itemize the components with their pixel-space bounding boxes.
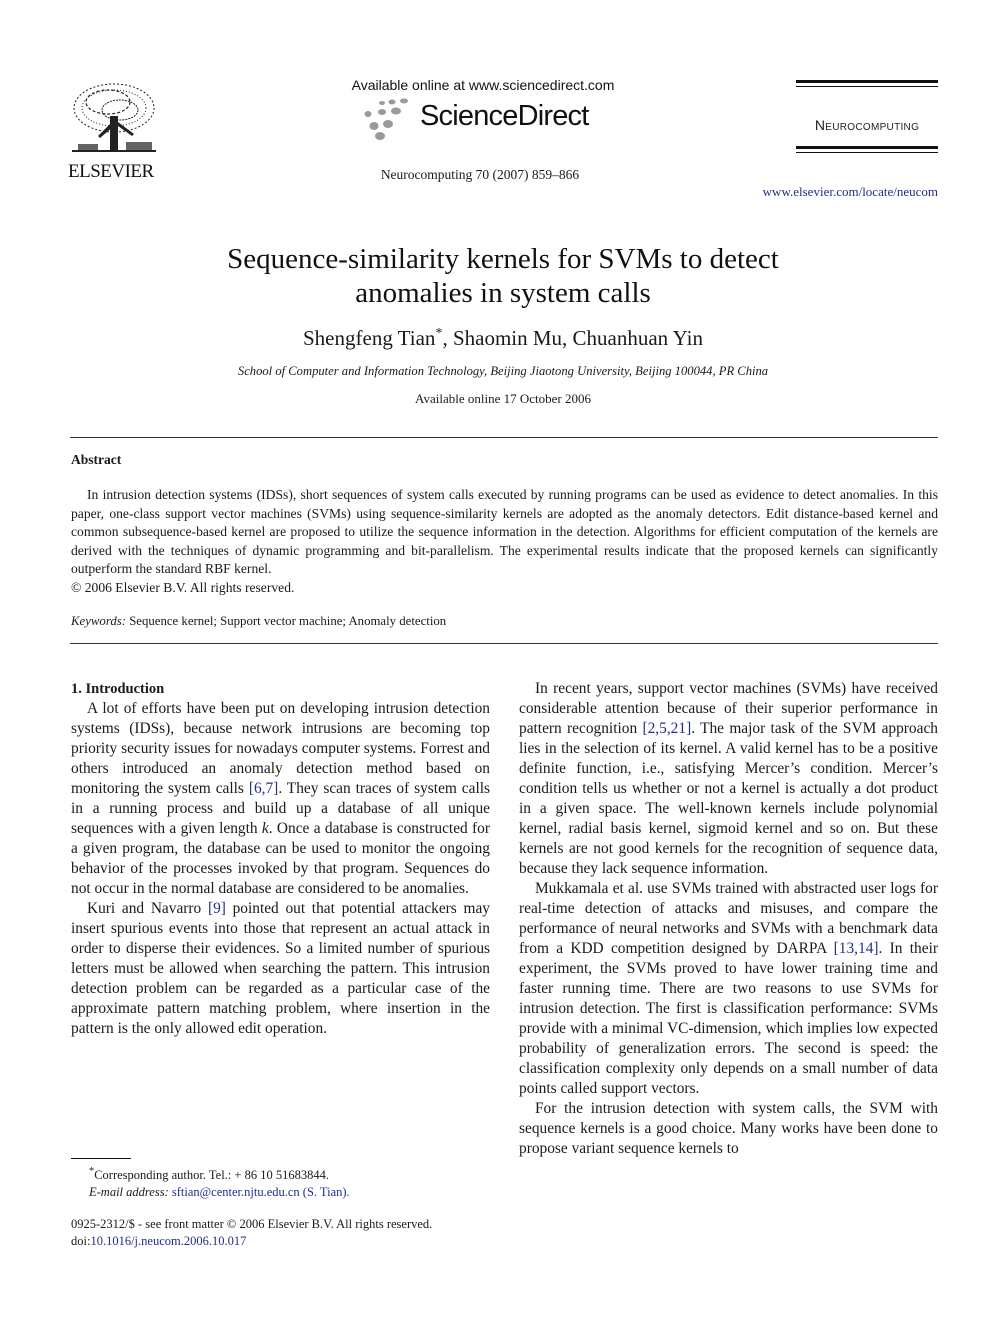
email-link[interactable]: sftian@center.njtu.edu.cn (S. Tian).: [172, 1185, 350, 1199]
paragraph: In recent years, support vector machines…: [519, 679, 938, 879]
journal-reference: Neurocomputing 70 (2007) 859–866: [380, 167, 580, 182]
citation-link[interactable]: [13,14]: [834, 940, 879, 957]
column-left: 1. Introduction A lot of efforts have be…: [71, 679, 490, 1039]
math-variable: k: [261, 820, 269, 837]
author-name[interactable]: Chuanhuan Yin: [573, 326, 703, 350]
citation-link[interactable]: [2,5,21]: [642, 720, 691, 737]
author-separator: ,: [442, 326, 453, 350]
author-name[interactable]: Shengfeng Tian: [303, 326, 435, 350]
paragraph: Kuri and Navarro [9] pointed out that po…: [71, 899, 490, 1039]
footnote-rule: [71, 1158, 131, 1159]
abstract-heading: Abstract: [71, 452, 122, 467]
sciencedirect-dots-icon: [364, 98, 408, 140]
email-note: E-mail address: sftian@center.njtu.edu.c…: [71, 1184, 501, 1201]
front-matter: 0925-2312/$ - see front matter © 2006 El…: [71, 1216, 501, 1250]
elsevier-logo: ELSEVIER: [68, 80, 162, 184]
paragraph-text: Kuri and Navarro: [87, 900, 208, 917]
author-separator: ,: [562, 326, 573, 350]
keywords: Keywords: Sequence kernel; Support vecto…: [71, 614, 446, 629]
citation-link[interactable]: [9]: [208, 900, 226, 917]
sciencedirect-logo[interactable]: ScienceDirect: [360, 98, 610, 142]
keywords-list: Sequence kernel; Support vector machine;…: [129, 614, 447, 628]
keywords-label: Keywords:: [71, 614, 126, 628]
section-heading-introduction: 1. Introduction: [71, 681, 165, 697]
publisher-name: ELSEVIER: [68, 161, 154, 182]
email-label: E-mail address:: [89, 1185, 169, 1200]
abstract-copyright: © 2006 Elsevier B.V. All rights reserved…: [71, 579, 295, 595]
journal-url-link[interactable]: www.elsevier.com/locate/neucom: [763, 184, 938, 200]
divider-bottom: [70, 643, 938, 644]
elsevier-tree-icon: [72, 83, 156, 152]
doi-line: doi:10.1016/j.neucom.2006.10.017: [71, 1233, 501, 1250]
abstract-text: In intrusion detection systems (IDSs), s…: [71, 487, 938, 577]
paper-title-line1: Sequence-similarity kernels for SVMs to …: [227, 243, 779, 275]
affiliation: School of Computer and Information Techn…: [237, 364, 769, 378]
paragraph-text: . In their experiment, the SVMs proved t…: [519, 940, 938, 1097]
abstract-body: In intrusion detection systems (IDSs), s…: [71, 486, 938, 598]
journal-masthead: Neurocomputing: [796, 80, 938, 172]
paragraph-text: pointed out that potential attackers may…: [71, 900, 490, 1037]
author-name[interactable]: Shaomin Mu: [453, 326, 562, 350]
footnote-corresponding: *Corresponding author. Tel.: + 86 10 516…: [71, 1163, 501, 1201]
author-list: Shengfeng Tian*, Shaomin Mu, Chuanhuan Y…: [150, 326, 856, 351]
journal-name: Neurocomputing: [814, 117, 920, 133]
paper-title-line2: anomalies in system calls: [355, 277, 651, 309]
masthead-rule-bottom: [796, 146, 938, 149]
paper-title: Sequence-similarity kernels for SVMs to …: [150, 242, 856, 310]
paragraph-text: . The major task of the SVM approach lie…: [519, 720, 938, 877]
corresponding-author-text: Corresponding author. Tel.: + 86 10 5168…: [94, 1168, 329, 1183]
citation-link[interactable]: [6,7]: [249, 780, 279, 797]
corresponding-author-note: *Corresponding author. Tel.: + 86 10 516…: [71, 1163, 501, 1184]
paragraph: A lot of efforts have been put on develo…: [71, 699, 490, 899]
masthead-rule-top-thin: [796, 86, 938, 87]
doi-label: doi:: [71, 1234, 91, 1248]
masthead-rule-bottom-thin: [796, 152, 938, 153]
front-matter-text: 0925-2312/$ - see front matter © 2006 El…: [71, 1217, 433, 1231]
sciencedirect-wordmark: ScienceDirect: [420, 100, 589, 132]
paragraph: For the intrusion detection with system …: [519, 1100, 938, 1157]
paragraph: Mukkamala et al. use SVMs trained with a…: [519, 879, 938, 1099]
doi-link[interactable]: 10.1016/j.neucom.2006.10.017: [90, 1234, 246, 1248]
masthead-rule-top: [796, 80, 938, 83]
column-right: In recent years, support vector machines…: [519, 679, 938, 1159]
available-online-text[interactable]: Available online at www.sciencedirect.co…: [338, 77, 628, 93]
available-date: Available online 17 October 2006: [415, 391, 591, 406]
divider-top: [70, 437, 938, 438]
